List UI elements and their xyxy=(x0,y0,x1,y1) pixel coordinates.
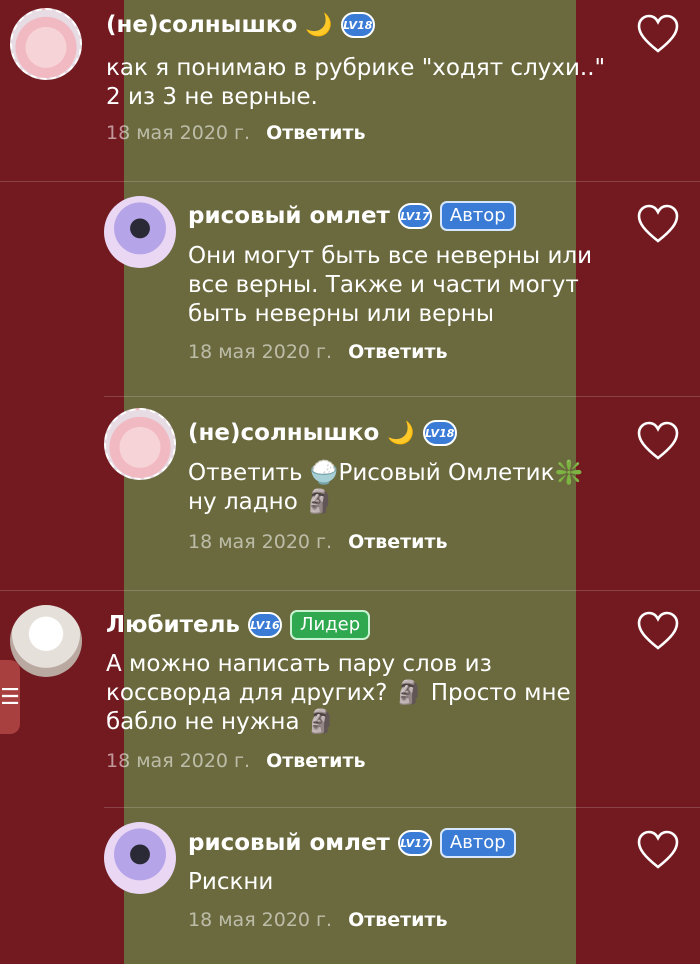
comment-line: все верны. Также и части могут xyxy=(188,272,579,298)
avatar[interactable] xyxy=(104,822,176,894)
avatar[interactable] xyxy=(104,408,176,480)
comment-meta: 18 мая 2020 г. Ответить xyxy=(106,750,366,772)
author-badge: Автор xyxy=(439,828,516,858)
author-line: рисовый омлет LV17 Автор xyxy=(188,201,516,231)
level-badge: LV17 xyxy=(397,830,432,856)
comment-line: коссворда для других? 🗿 Просто мне xyxy=(106,680,571,706)
comment-date: 18 мая 2020 г. xyxy=(188,909,333,931)
comment-line: Они могут быть все неверны или xyxy=(188,243,593,269)
comment-meta: 18 мая 2020 г. Ответить xyxy=(188,909,448,931)
comment-text: А можно написать пару слов из коссворда … xyxy=(106,650,571,737)
author-name[interactable]: (не)солнышко xyxy=(188,420,379,446)
comment-date: 18 мая 2020 г. xyxy=(188,531,333,553)
reply-button[interactable]: Ответить xyxy=(348,341,447,363)
comment-line: бабло не нужна 🗿 xyxy=(106,709,336,735)
comment-date: 18 мая 2020 г. xyxy=(106,750,251,772)
divider xyxy=(104,807,700,808)
heart-icon[interactable] xyxy=(636,421,680,461)
moon-icon: 🌙 xyxy=(305,12,333,38)
avatar[interactable] xyxy=(10,8,82,80)
comment-text: Ответить 🍚Рисовый Омлетик❇️ ну ладно 🗿 xyxy=(188,459,583,517)
comment-line: как я понимаю в рубрике "ходят слухи.." xyxy=(106,55,606,81)
reply-button[interactable]: Ответить xyxy=(266,122,365,144)
heart-icon[interactable] xyxy=(636,204,680,244)
level-badge: LV17 xyxy=(397,203,432,229)
divider xyxy=(0,590,700,591)
author-name[interactable]: Любитель xyxy=(106,612,240,638)
heart-icon[interactable] xyxy=(636,830,680,870)
level-badge: LV18 xyxy=(422,420,457,446)
level-badge: LV16 xyxy=(247,612,282,638)
avatar[interactable] xyxy=(10,605,82,677)
author-line: Любитель LV16 Лидер xyxy=(106,610,371,640)
reply-button[interactable]: Ответить xyxy=(348,531,447,553)
comment-line: А можно написать пару слов из xyxy=(106,651,492,677)
comment-meta: 18 мая 2020 г. Ответить xyxy=(188,341,448,363)
author-name[interactable]: рисовый омлет xyxy=(188,203,390,229)
leader-badge: Лидер xyxy=(289,610,371,640)
avatar[interactable] xyxy=(104,196,176,268)
author-line: (не)солнышко 🌙 LV18 xyxy=(188,420,457,446)
comment-date: 18 мая 2020 г. xyxy=(188,341,333,363)
comment-date: 18 мая 2020 г. xyxy=(106,122,251,144)
divider xyxy=(104,396,700,397)
comment-meta: 18 мая 2020 г. Ответить xyxy=(106,122,366,144)
heart-icon[interactable] xyxy=(636,14,680,54)
moon-icon: 🌙 xyxy=(387,420,415,446)
comment-line: Рискни xyxy=(188,869,274,895)
comment-line: 2 из 3 не верные. xyxy=(106,84,318,110)
comment-text: как я понимаю в рубрике "ходят слухи.." … xyxy=(106,54,605,112)
author-line: рисовый омлет LV17 Автор xyxy=(188,828,516,858)
author-name[interactable]: (не)солнышко xyxy=(106,12,297,38)
comment-line: Ответить 🍚Рисовый Омлетик❇️ xyxy=(188,460,584,486)
side-menu-handle[interactable]: ☰ xyxy=(0,660,20,734)
comment-line: ну ладно 🗿 xyxy=(188,489,334,515)
comment-text: Рискни xyxy=(188,868,273,897)
comment-meta: 18 мая 2020 г. Ответить xyxy=(188,531,448,553)
author-name[interactable]: рисовый омлет xyxy=(188,830,390,856)
reply-button[interactable]: Ответить xyxy=(266,750,365,772)
comment-line: быть неверны или верны xyxy=(188,301,495,327)
divider xyxy=(0,181,700,182)
heart-icon[interactable] xyxy=(636,611,680,651)
author-line: (не)солнышко 🌙 LV18 xyxy=(106,12,375,38)
level-badge: LV18 xyxy=(340,12,375,38)
comment-text: Они могут быть все неверны или все верны… xyxy=(188,242,592,329)
reply-button[interactable]: Ответить xyxy=(348,909,447,931)
author-badge: Автор xyxy=(439,201,516,231)
